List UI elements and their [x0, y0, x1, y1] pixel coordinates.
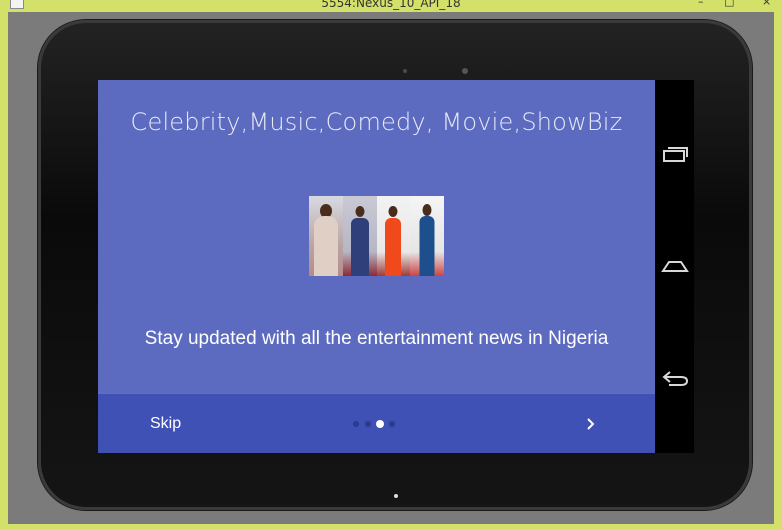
onboarding-screen: Celebrity,Music,Comedy, Movie,ShowBiz St…	[98, 80, 655, 453]
celebrity-photo	[309, 196, 444, 276]
front-camera	[462, 68, 468, 74]
minimize-button[interactable]: –	[698, 0, 704, 8]
recents-icon[interactable]	[661, 142, 689, 166]
close-button[interactable]: ×	[762, 0, 771, 8]
page-dot	[353, 421, 359, 427]
onboarding-description: Stay updated with all the entertainment …	[144, 328, 609, 349]
window-title-bar: 5554:Nexus_10_API_18 – □ ×	[0, 0, 782, 12]
skip-button[interactable]: Skip	[150, 415, 181, 433]
page-dot	[389, 421, 395, 427]
back-icon[interactable]	[661, 366, 689, 390]
sensor-dot	[403, 69, 407, 73]
chevron-right-icon[interactable]	[584, 414, 598, 434]
window-title: 5554:Nexus_10_API_18	[321, 0, 461, 10]
maximize-button[interactable]: □	[724, 0, 734, 8]
home-icon[interactable]	[661, 254, 689, 278]
android-nav-bar	[655, 80, 694, 453]
page-dot-active	[376, 420, 384, 428]
onboarding-headline: Celebrity,Music,Comedy, Movie,ShowBiz	[130, 108, 623, 136]
onboarding-footer: Skip	[98, 393, 655, 453]
notification-led	[394, 494, 398, 498]
page-dot	[365, 421, 371, 427]
